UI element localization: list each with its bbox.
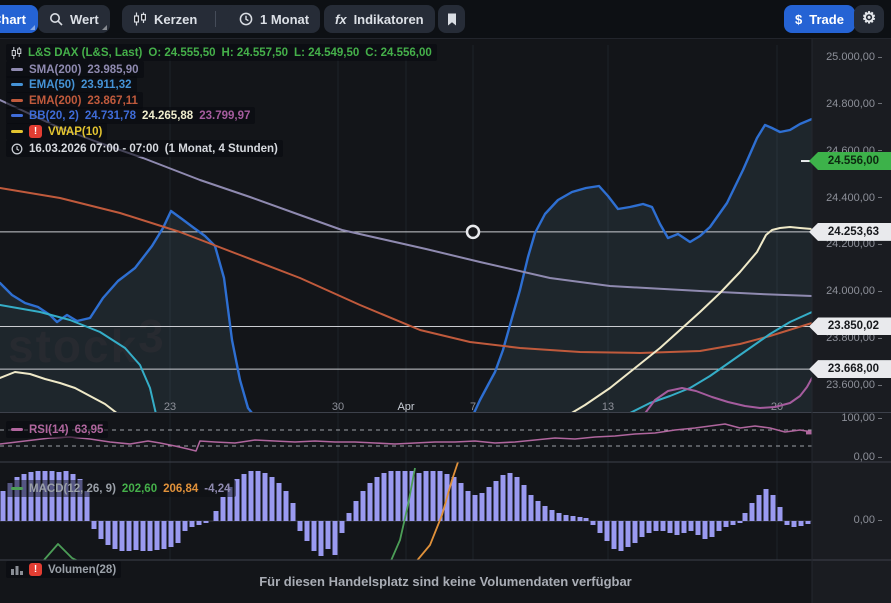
svg-text:13: 13 [602,401,614,413]
indicator-value: 24.265,88 [142,110,193,122]
level-price-badge: 23.668,00 [809,360,891,378]
indicators-button[interactable]: fx Indikatoren [324,5,435,33]
last-price-badge: 24.556,00 [809,152,891,170]
macd-legend-row[interactable]: MACD(12, 26, 9) 202,60 206,84 -4,24 [6,480,236,497]
indicator-value: 23.911,32 [81,79,132,91]
price-axis-tick: 24.800,00 [812,98,882,110]
trading-app: stock32330Apr71320 Chart Wert Kerzen [0,0,891,603]
macd-scale-zero: 0,00 [812,514,882,526]
macd-line-swatch [11,487,23,490]
rsi-label: RSI(14) [29,424,69,436]
indicators-label: Indikatoren [354,12,424,27]
indicator-name: EMA(200) [29,95,81,107]
indicator-swatch [11,83,23,86]
rsi-scale-top: 100,00 [812,412,882,424]
macd-value: 202,60 [122,483,157,495]
indicator-swatch [11,114,23,117]
svg-text:Apr: Apr [397,401,414,413]
toolbar: Chart Wert Kerzen 4h [0,0,891,39]
indicator-value: 23.867,11 [87,95,138,107]
range-button[interactable]: 1 Monat [228,5,320,33]
legend-time-row: 16.03.2026 07:00 - 07:00 (1 Monat, 4 Stu… [6,140,283,157]
macd-signal-value: 206,84 [163,483,198,495]
rsi-legend-row[interactable]: RSI(14) 63,95 [6,421,108,438]
ohlc-open-label: O: [148,47,161,59]
warning-icon [29,125,42,138]
price-axis-tick: 24.400,00 [812,192,882,204]
legend-indicator-row[interactable]: BB(20, 2) 24.731,78 24.265,88 23.799,97 [6,107,255,124]
ohlc-close-value: 24.556,00 [381,47,432,59]
no-volume-message: Für diesen Handelsplatz sind keine Volum… [0,574,891,589]
indicator-swatch [11,68,23,71]
svg-text:30: 30 [332,401,344,413]
price-axis-tick: 24.000,00 [812,285,882,297]
chart-tab-button[interactable]: Chart [0,5,38,33]
price-axis-tick: 25.000,00 [812,51,882,63]
indicator-value: 23.985,90 [87,64,138,76]
settings-button[interactable]: ⚙ [854,5,884,33]
chart-tab-label: Chart [0,12,26,27]
rsi-scale-bottom: 0,00 [812,451,882,463]
instrument-title: L&S DAX (L&S, Last) [28,47,142,59]
trade-button[interactable]: $ Trade [784,5,855,33]
fx-icon: fx [335,12,347,27]
gear-icon: ⚙ [862,11,876,27]
dollar-icon: $ [795,12,802,27]
clock-icon [11,143,23,155]
ohlc-low-label: L: [294,47,305,59]
price-axis-tick: 23.600,00 [812,379,882,391]
legend-main-row[interactable]: L&S DAX (L&S, Last) O: 24.555,50 H: 24.5… [6,44,437,61]
level-price-badge: 23.850,02 [809,317,891,335]
ohlc-high-value: 24.557,50 [237,47,288,59]
candlestick-icon [133,12,147,26]
level-price-badge: 24.253,63 [809,223,891,241]
indicator-value: 24.731,78 [85,110,136,122]
clock-icon [239,12,253,26]
legend-indicator-row[interactable]: EMA(50) 23.911,32 [6,76,137,93]
ohlc-low-value: 24.549,50 [308,47,359,59]
toolbar-divider [215,11,216,27]
rsi-value: 63,95 [75,424,104,436]
rsi-line-swatch [11,428,23,431]
bookmark-button[interactable] [438,5,465,33]
timeframe-note: (1 Monat, 4 Stunden) [165,143,278,155]
indicator-swatch [11,99,23,102]
indicator-name: EMA(50) [29,79,75,91]
search-icon [49,12,63,26]
candle-type-label: Kerzen [154,12,197,27]
indicator-name: BB(20, 2) [29,110,79,122]
macd-hist-value: -4,24 [204,483,230,495]
indicator-name: VWAP(10) [48,126,102,138]
trade-label: Trade [809,12,844,27]
ohlc-open-value: 24.555,50 [164,47,215,59]
candle-timestamp: 16.03.2026 07:00 - 07:00 [29,143,159,155]
indicator-name: SMA(200) [29,64,81,76]
candle-type-button[interactable]: Kerzen [122,5,208,33]
range-label: 1 Monat [260,12,309,27]
svg-text:23: 23 [164,401,176,413]
legend-indicator-row[interactable]: VWAP(10) [6,123,107,140]
symbol-search-label: Wert [70,12,99,27]
ohlc-high-label: H: [222,47,234,59]
candlestick-icon [11,47,22,59]
indicator-swatch [11,130,23,133]
ohlc-close-label: C: [365,47,377,59]
indicator-value: 23.799,97 [199,110,250,122]
macd-label: MACD(12, 26, 9) [29,483,116,495]
bookmark-icon [446,13,458,26]
symbol-search-button[interactable]: Wert [38,5,110,33]
